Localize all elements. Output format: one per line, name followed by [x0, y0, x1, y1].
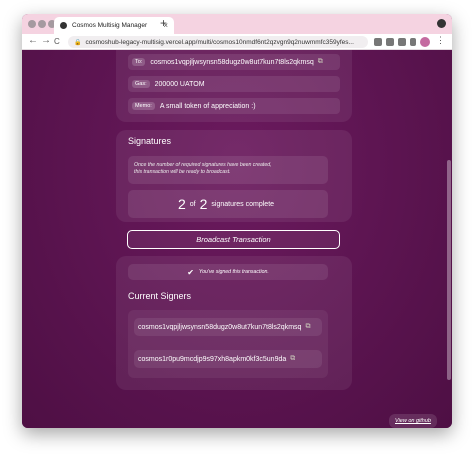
- signer-address: cosmos1vqpjljwsynsn58dugz0w8ut7kun7t8ls2…: [138, 323, 302, 331]
- copy-icon[interactable]: ⧉: [305, 323, 310, 331]
- note-line-1: Once the number of required signatures h…: [134, 162, 272, 168]
- avatar[interactable]: [420, 37, 430, 47]
- signatures-required: 2: [199, 196, 208, 212]
- to-label: To:: [132, 58, 146, 66]
- gas-label: Gas:: [132, 80, 150, 88]
- extension-icon[interactable]: [398, 38, 406, 46]
- copy-icon[interactable]: ⧉: [290, 355, 295, 363]
- back-button[interactable]: ←: [28, 35, 38, 46]
- scrollbar[interactable]: [447, 160, 451, 380]
- memo-label: Memo:: [132, 102, 155, 110]
- signed-status-text: You've signed this transaction.: [198, 269, 269, 275]
- signer-item: cosmos1vqpjljwsynsn58dugz0w8ut7kun7t8ls2…: [134, 318, 322, 336]
- note-line-2: this transaction will be ready to broadc…: [134, 169, 231, 175]
- tab-bar: Cosmos Multisig Manager × +: [22, 14, 452, 34]
- signers-list: cosmos1vqpjljwsynsn58dugz0w8ut7kun7t8ls2…: [128, 310, 328, 378]
- gas-value: 200000 UATOM: [154, 80, 205, 88]
- copy-icon[interactable]: ⧉: [318, 58, 323, 66]
- page-content: To: cosmos1vqpjljwsynsn58dugz0w8ut7kun7t…: [22, 50, 452, 428]
- broadcast-transaction-button[interactable]: Broadcast Transaction: [127, 230, 340, 249]
- signature-count: 2 of 2 signatures complete: [128, 190, 328, 218]
- memo-row: Memo: A small token of appreciation :): [128, 98, 340, 114]
- signatures-complete-label: signatures complete: [211, 200, 275, 208]
- signatures-current: 2: [177, 196, 186, 212]
- share-icon[interactable]: [374, 38, 382, 46]
- browser-toolbar: ← → C 🔒 cosmoshub-legacy-multisig.vercel…: [22, 34, 452, 50]
- signatures-title: Signatures: [128, 136, 172, 146]
- reload-button[interactable]: C: [54, 37, 60, 46]
- to-row: To: cosmos1vqpjljwsynsn58dugz0w8ut7kun7t…: [128, 54, 340, 70]
- close-window-icon[interactable]: [28, 20, 36, 28]
- forward-button[interactable]: →: [41, 35, 51, 46]
- signer-address: cosmos1r0pu9mcdjp9s97xh8apkm0kf3c5un9da: [138, 355, 287, 363]
- profile-icon[interactable]: [437, 19, 446, 28]
- signatures-of: of: [189, 200, 196, 208]
- url-text: cosmoshub-legacy-multisig.vercel.app/mul…: [85, 38, 354, 46]
- address-bar[interactable]: 🔒 cosmoshub-legacy-multisig.vercel.app/m…: [68, 36, 368, 48]
- gas-row: Gas: 200000 UATOM: [128, 76, 340, 92]
- transaction-card: To: cosmos1vqpjljwsynsn58dugz0w8ut7kun7t…: [116, 50, 352, 122]
- checkmark-icon: ✔: [187, 267, 194, 277]
- browser-window: Cosmos Multisig Manager × + ← → C 🔒 cosm…: [22, 14, 452, 428]
- memo-value: A small token of appreciation :): [159, 102, 256, 110]
- to-address: cosmos1vqpjljwsynsn58dugz0w8ut7kun7t8ls2…: [150, 58, 314, 66]
- signers-card: ✔ You've signed this transaction. Curren…: [116, 256, 352, 390]
- lock-icon: 🔒: [74, 39, 82, 46]
- new-tab-button[interactable]: +: [160, 16, 167, 30]
- signer-item: cosmos1r0pu9mcdjp9s97xh8apkm0kf3c5un9da …: [134, 350, 322, 368]
- browser-menu-icon[interactable]: ⋮: [436, 35, 445, 46]
- tab-title: Cosmos Multisig Manager: [72, 22, 148, 29]
- bookmark-star-icon[interactable]: [386, 38, 394, 46]
- minimize-window-icon[interactable]: [38, 20, 46, 28]
- signatures-note: Once the number of required signatures h…: [128, 156, 328, 184]
- favicon-icon: [60, 22, 67, 29]
- signatures-card: Signatures Once the number of required s…: [116, 130, 352, 222]
- signed-status: ✔ You've signed this transaction.: [128, 264, 328, 280]
- current-signers-title: Current Signers: [128, 291, 192, 301]
- puzzle-icon[interactable]: [410, 38, 416, 46]
- view-on-github-link[interactable]: View on github: [389, 414, 437, 428]
- browser-tab[interactable]: Cosmos Multisig Manager ×: [54, 17, 174, 34]
